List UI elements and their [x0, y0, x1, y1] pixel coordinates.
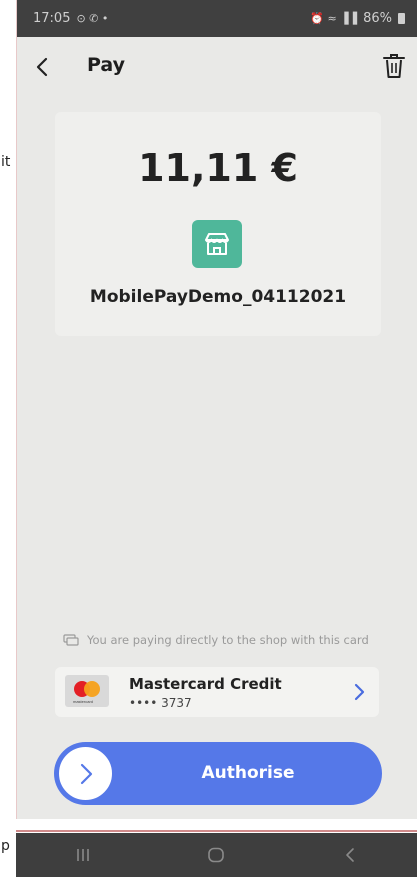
card-number: •••• 3737	[129, 696, 192, 710]
shop-badge	[192, 220, 242, 268]
recent-apps-button[interactable]	[68, 840, 98, 870]
delete-button[interactable]	[381, 51, 407, 81]
store-icon	[205, 233, 229, 255]
edge-text-top: it	[1, 154, 11, 170]
battery-icon	[398, 13, 405, 24]
payment-card-selector[interactable]: mastercard Mastercard Credit •••• 3737	[55, 667, 379, 717]
phone-screen: 17:05 ⊙ ✆ • ⏰ ≈ ▐▐ 86% Pay 11,11 € Mobil…	[16, 0, 417, 819]
payment-amount: 11,11 €	[138, 146, 298, 190]
app-header: Pay	[17, 37, 417, 97]
home-button[interactable]	[201, 840, 231, 870]
system-back-button[interactable]	[335, 840, 365, 870]
back-button[interactable]	[31, 53, 55, 81]
mastercard-logo: mastercard	[65, 675, 109, 707]
status-bar: 17:05 ⊙ ✆ • ⏰ ≈ ▐▐ 86%	[17, 0, 417, 37]
chevron-left-icon	[36, 57, 48, 77]
android-nav-bar	[16, 833, 417, 877]
card-name: Mastercard Credit	[129, 675, 282, 693]
back-icon	[346, 848, 354, 862]
card-notice: You are paying directly to the shop with…	[63, 633, 369, 647]
chevron-right-icon	[354, 683, 365, 701]
recent-apps-icon	[77, 849, 89, 861]
trash-icon	[383, 54, 405, 78]
cards-icon	[63, 634, 79, 646]
notification-icons: ⊙ ✆ •	[76, 12, 109, 25]
mastercard-logo-text: mastercard	[73, 699, 94, 704]
merchant-name: MobilePayDemo_04112021	[89, 287, 347, 307]
payment-summary-card: 11,11 € MobilePayDemo_04112021	[55, 112, 381, 336]
edge-text-bottom: p	[1, 838, 10, 854]
slider-handle[interactable]	[57, 745, 114, 802]
battery-percent: 86%	[363, 11, 392, 26]
home-icon	[208, 847, 225, 863]
status-time: 17:05	[33, 11, 71, 26]
page-title: Pay	[87, 54, 126, 76]
frame-divider	[16, 830, 417, 832]
notice-text: You are paying directly to the shop with…	[87, 633, 369, 647]
authorise-slider[interactable]: Authorise	[54, 742, 382, 805]
chevron-right-icon	[80, 763, 92, 784]
connectivity-icons: ⏰ ≈ ▐▐	[310, 12, 358, 25]
authorise-label: Authorise	[201, 763, 295, 783]
